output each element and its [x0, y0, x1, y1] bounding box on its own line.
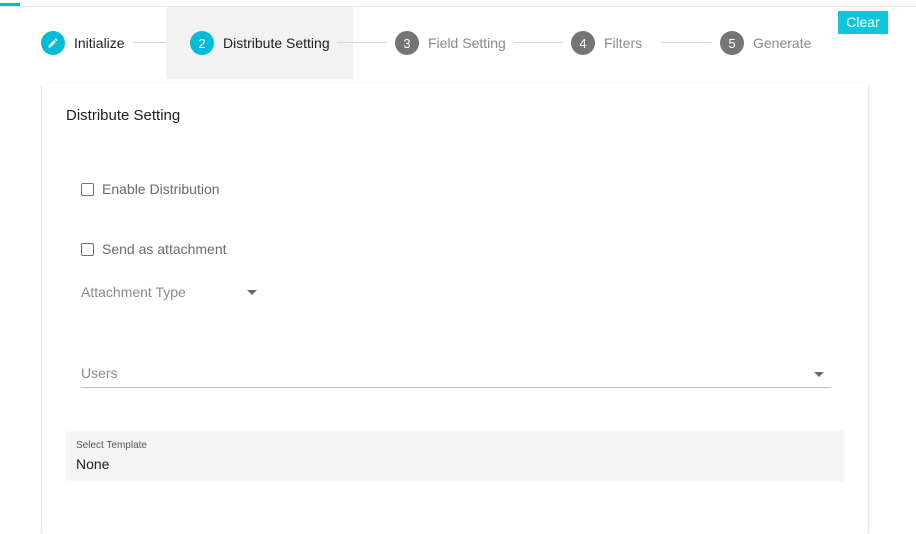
- step-label: Filters: [604, 35, 643, 51]
- users-underline: [81, 387, 831, 388]
- step-number-badge: 3: [395, 31, 419, 55]
- send-as-attachment-checkbox[interactable]: Send as attachment: [81, 241, 227, 257]
- select-template-value: None: [76, 456, 110, 472]
- step-label: Generate: [753, 35, 812, 51]
- checkbox-label: Enable Distribution: [102, 181, 220, 197]
- select-template-caption: Select Template: [76, 440, 147, 451]
- step-label: Field Setting: [428, 35, 506, 51]
- step-number-badge: 4: [571, 31, 595, 55]
- chevron-down-icon[interactable]: [814, 372, 824, 377]
- step-filters[interactable]: 4 Filters: [571, 7, 642, 79]
- attachment-type-select[interactable]: Attachment Type: [81, 282, 261, 304]
- top-accent-bar: [0, 3, 20, 6]
- step-initialize[interactable]: Initialize: [41, 7, 125, 79]
- step-connector: [514, 42, 563, 43]
- step-number-badge: 2: [190, 31, 214, 55]
- checkbox-label: Send as attachment: [102, 241, 227, 257]
- attachment-type-placeholder: Attachment Type: [81, 284, 186, 300]
- chevron-down-icon[interactable]: [247, 290, 257, 295]
- step-field-setting[interactable]: 3 Field Setting: [395, 7, 506, 79]
- checkbox-box[interactable]: [81, 242, 94, 256]
- distribute-setting-card: Distribute Setting Enable Distribution S…: [42, 84, 868, 534]
- step-label: Distribute Setting: [223, 35, 330, 51]
- step-label: Initialize: [74, 35, 125, 51]
- pencil-icon: [41, 31, 65, 55]
- stepper: Initialize 2 Distribute Setting 3 Field …: [0, 7, 916, 79]
- step-generate[interactable]: 5 Generate: [720, 7, 811, 79]
- card-title: Distribute Setting: [66, 107, 181, 124]
- users-select[interactable]: Users: [81, 362, 831, 388]
- step-number-badge: 5: [720, 31, 744, 55]
- step-connector: [661, 42, 711, 43]
- checkbox-box[interactable]: [81, 182, 94, 196]
- select-template-field[interactable]: Select Template None: [66, 431, 844, 481]
- step-distribute-setting[interactable]: 2 Distribute Setting: [166, 7, 353, 79]
- users-placeholder: Users: [81, 365, 118, 381]
- step-connector: [337, 42, 387, 43]
- enable-distribution-checkbox[interactable]: Enable Distribution: [81, 181, 220, 197]
